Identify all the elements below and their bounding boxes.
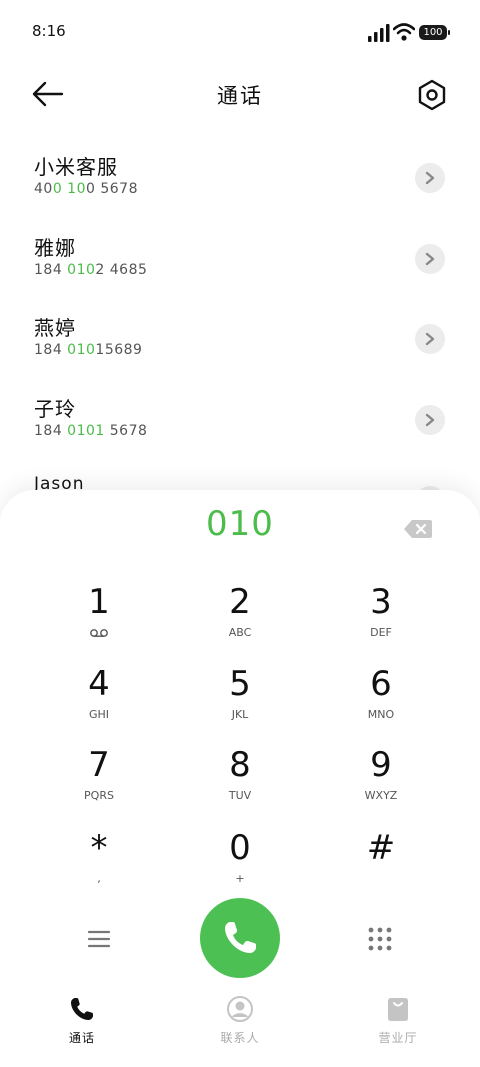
status-bar: 8:16 100	[0, 0, 480, 64]
contact-row[interactable]: 燕婷 184 01015689	[0, 306, 480, 376]
contact-name: 子玲	[34, 397, 76, 421]
shopping-bag-icon	[388, 998, 408, 1021]
contact-row[interactable]: 小米客服 400 100 5678	[0, 145, 480, 215]
nav-label: 通话	[68, 1031, 95, 1045]
key-9[interactable]: 9 WXYZ	[321, 745, 441, 815]
voicemail-icon	[90, 629, 108, 637]
call-button[interactable]	[200, 898, 280, 978]
key-0[interactable]: 0 +	[180, 828, 300, 898]
contact-name: 小米客服	[34, 155, 118, 179]
nav-contacts[interactable]: 联系人	[190, 995, 290, 1055]
contact-name: 燕婷	[34, 316, 76, 340]
key-4[interactable]: 4 GHI	[39, 664, 159, 734]
chevron-right-icon	[425, 252, 435, 266]
cellular-signal-icon	[368, 24, 390, 42]
chevron-right-icon	[425, 171, 435, 185]
key-5[interactable]: 5 JKL	[180, 664, 300, 734]
backspace-icon[interactable]	[403, 519, 433, 539]
nav-label: 联系人	[220, 1031, 260, 1045]
key-hash[interactable]: #	[321, 828, 441, 898]
key-7[interactable]: 7 PQRS	[39, 745, 159, 815]
contact-detail-button[interactable]	[415, 324, 445, 354]
menu-icon[interactable]	[86, 928, 112, 950]
contact-number: 400 100 5678	[34, 181, 138, 197]
page-title: 通话	[217, 84, 263, 108]
key-2[interactable]: 2 ABC	[180, 582, 300, 652]
status-time: 8:16	[32, 22, 66, 40]
key-star[interactable]: * ,	[39, 828, 159, 898]
contact-detail-button[interactable]	[415, 244, 445, 274]
battery-indicator: 100	[419, 25, 450, 40]
contact-number: 184 01015689	[34, 342, 143, 358]
contact-row[interactable]: 雅娜 184 0102 4685	[0, 226, 480, 296]
key-6[interactable]: 6 MNO	[321, 664, 441, 734]
contact-number: 184 0101 5678	[34, 423, 148, 439]
dialpad-panel: 010 1 2 ABC 3 DEF 4 GHI 5 JKL 6 MNO 7 PQ…	[0, 490, 480, 1067]
nav-calls[interactable]: 通话	[32, 995, 132, 1055]
contact-detail-button[interactable]	[415, 405, 445, 435]
dialpad-grid-icon[interactable]	[367, 926, 393, 952]
person-icon	[227, 996, 253, 1022]
bottom-navigation: 通话 联系人 营业厅	[0, 995, 480, 1067]
top-app-bar: 通话	[0, 70, 480, 118]
contact-row[interactable]: 子玲 184 0101 5678	[0, 387, 480, 457]
chevron-right-icon	[425, 413, 435, 427]
contact-detail-button[interactable]	[415, 163, 445, 193]
contact-name: 雅娜	[34, 236, 76, 260]
nav-label: 营业厅	[378, 1031, 418, 1045]
nav-service-hall[interactable]: 营业厅	[348, 995, 448, 1055]
contact-number: 184 0102 4685	[34, 262, 148, 278]
key-3[interactable]: 3 DEF	[321, 582, 441, 652]
chevron-right-icon	[425, 332, 435, 346]
phone-icon	[71, 998, 93, 1020]
settings-hexagon-icon[interactable]	[414, 77, 450, 113]
key-1[interactable]: 1	[39, 582, 159, 652]
key-8[interactable]: 8 TUV	[180, 745, 300, 815]
phone-icon	[225, 922, 256, 953]
wifi-icon	[393, 23, 415, 41]
